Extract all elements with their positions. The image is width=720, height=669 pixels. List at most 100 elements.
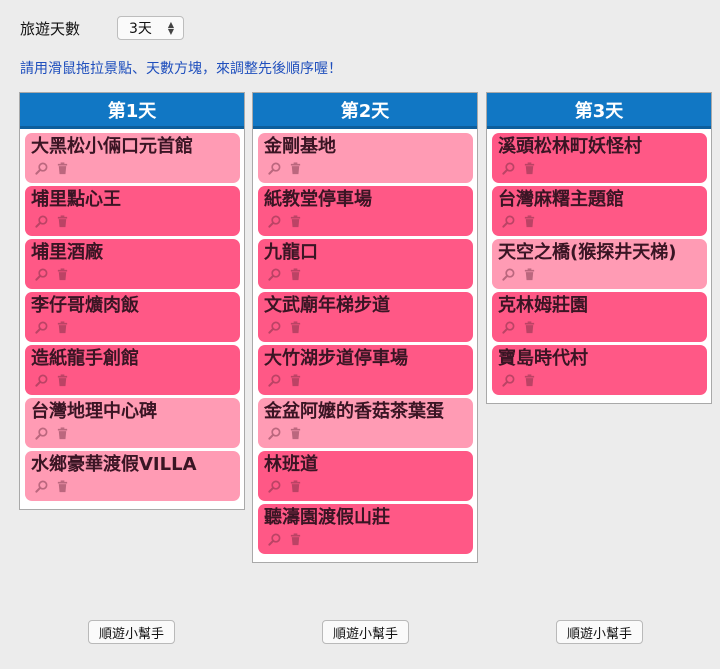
spot-name: 水鄉豪華渡假VILLA [31, 454, 197, 475]
spot-tools [264, 477, 467, 497]
magnifier-icon[interactable] [35, 425, 48, 444]
trash-icon[interactable] [56, 372, 69, 391]
magnifier-icon[interactable] [502, 266, 515, 285]
trash-icon[interactable] [523, 319, 536, 338]
spot-name: 埔里酒廠 [31, 242, 103, 263]
magnifier-icon[interactable] [35, 213, 48, 232]
spot-name: 天空之橋(猴探井天梯) [498, 242, 677, 263]
spot-card[interactable]: 台灣麻糬主題館 [492, 186, 707, 236]
trash-icon[interactable] [289, 160, 302, 179]
spot-card[interactable]: 寶島時代村 [492, 345, 707, 395]
magnifier-icon[interactable] [35, 266, 48, 285]
spot-card[interactable]: 台灣地理中心碑 [25, 398, 240, 448]
spot-card[interactable]: 金盆阿嬤的香菇茶葉蛋 [258, 398, 473, 448]
trash-icon[interactable] [56, 319, 69, 338]
spot-card[interactable]: 九龍口 [258, 239, 473, 289]
updown-arrows-icon: ▲ ▼ [167, 20, 175, 36]
spot-name: 聽濤園渡假山莊 [264, 507, 390, 528]
spot-tools [264, 424, 467, 444]
trash-icon[interactable] [56, 213, 69, 232]
spot-name: 九龍口 [264, 242, 318, 263]
spot-name: 林班道 [264, 454, 318, 475]
trash-icon[interactable] [56, 266, 69, 285]
magnifier-icon[interactable] [502, 160, 515, 179]
spot-card[interactable]: 水鄉豪華渡假VILLA [25, 451, 240, 501]
spot-card[interactable]: 天空之橋(猴探井天梯) [492, 239, 707, 289]
trash-icon[interactable] [289, 319, 302, 338]
day-cards-1: 大黑松小倆口元首館 埔里點心王埔里酒廠李仔哥爌肉飯造紙龍手創館台灣地理中心碑水鄉豪… [20, 129, 244, 509]
spot-tools [498, 212, 701, 232]
day-column-3[interactable]: 第3天 溪頭松林町妖怪村台灣麻糬主題館天空之橋(猴探井天梯) 克林姆莊園 寶島時代村 [486, 92, 712, 404]
magnifier-icon[interactable] [502, 319, 515, 338]
spot-name: 埔里點心王 [31, 189, 121, 210]
day-header-2[interactable]: 第2天 [253, 93, 477, 129]
magnifier-icon[interactable] [35, 372, 48, 391]
spot-card[interactable]: 大黑松小倆口元首館 [25, 133, 240, 183]
trash-icon[interactable] [289, 372, 302, 391]
spot-card[interactable]: 紙教堂停車場 [258, 186, 473, 236]
days-control: 旅遊天數 3天 ▲ ▼ [20, 14, 185, 42]
magnifier-icon[interactable] [35, 319, 48, 338]
trash-icon[interactable] [523, 160, 536, 179]
days-label: 旅遊天數 [20, 19, 81, 38]
trash-icon[interactable] [289, 266, 302, 285]
spot-name: 台灣麻糬主題館 [498, 189, 624, 210]
spot-name: 大黑松小倆口元首館 [31, 136, 193, 157]
spot-card[interactable]: 克林姆莊園 [492, 292, 707, 342]
magnifier-icon[interactable] [268, 319, 281, 338]
magnifier-icon[interactable] [268, 160, 281, 179]
spot-name: 文武廟年梯步道 [264, 295, 390, 316]
days-select-value: 3天 [129, 21, 152, 37]
spot-name: 台灣地理中心碑 [31, 401, 157, 422]
magnifier-icon[interactable] [35, 160, 48, 179]
spot-card[interactable]: 金剛基地 [258, 133, 473, 183]
spot-name: 金盆阿嬤的香菇茶葉蛋 [264, 401, 444, 422]
magnifier-icon[interactable] [268, 425, 281, 444]
spot-tools [498, 265, 701, 285]
trash-icon[interactable] [523, 266, 536, 285]
day-column-1[interactable]: 第1天 大黑松小倆口元首館 埔里點心王埔里酒廠李仔哥爌肉飯造紙龍手創館台灣地理中心… [19, 92, 245, 510]
trash-icon[interactable] [289, 478, 302, 497]
spot-card[interactable]: 溪頭松林町妖怪村 [492, 133, 707, 183]
spot-name: 李仔哥爌肉飯 [31, 295, 139, 316]
trash-icon[interactable] [56, 160, 69, 179]
day-header-1[interactable]: 第1天 [20, 93, 244, 129]
helper-button-day-3[interactable]: 順遊小幫手 [556, 620, 644, 644]
day-header-3[interactable]: 第3天 [487, 93, 711, 129]
magnifier-icon[interactable] [35, 478, 48, 497]
spot-tools [31, 477, 234, 497]
magnifier-icon[interactable] [268, 213, 281, 232]
trash-icon[interactable] [56, 425, 69, 444]
magnifier-icon[interactable] [502, 213, 515, 232]
magnifier-icon[interactable] [502, 372, 515, 391]
trash-icon[interactable] [523, 213, 536, 232]
spot-name: 大竹湖步道停車場 [264, 348, 408, 369]
magnifier-icon[interactable] [268, 531, 281, 550]
spot-card[interactable]: 大竹湖步道停車場 [258, 345, 473, 395]
spot-card[interactable]: 埔里點心王 [25, 186, 240, 236]
spot-name: 金剛基地 [264, 136, 336, 157]
spot-card[interactable]: 埔里酒廠 [25, 239, 240, 289]
spot-card[interactable]: 林班道 [258, 451, 473, 501]
trash-icon[interactable] [289, 425, 302, 444]
magnifier-icon[interactable] [268, 478, 281, 497]
spot-card[interactable]: 李仔哥爌肉飯 [25, 292, 240, 342]
spot-card[interactable]: 文武廟年梯步道 [258, 292, 473, 342]
trash-icon[interactable] [523, 372, 536, 391]
spot-tools [498, 159, 701, 179]
spot-card[interactable]: 造紙龍手創館 [25, 345, 240, 395]
trash-icon[interactable] [56, 478, 69, 497]
spot-tools [31, 265, 234, 285]
magnifier-icon[interactable] [268, 266, 281, 285]
trash-icon[interactable] [289, 531, 302, 550]
spot-card[interactable]: 聽濤園渡假山莊 [258, 504, 473, 554]
helper-button-day-1[interactable]: 順遊小幫手 [88, 620, 176, 644]
spot-tools [498, 371, 701, 391]
spot-tools [264, 318, 467, 338]
spot-tools [498, 318, 701, 338]
trash-icon[interactable] [289, 213, 302, 232]
magnifier-icon[interactable] [268, 372, 281, 391]
days-select[interactable]: 3天 ▲ ▼ [117, 16, 185, 40]
day-column-2[interactable]: 第2天 金剛基地紙教堂停車場九龍口文武廟年梯步道 大竹湖步道停車場金盆阿嬤的香菇茶… [252, 92, 478, 563]
helper-button-day-2[interactable]: 順遊小幫手 [322, 620, 410, 644]
